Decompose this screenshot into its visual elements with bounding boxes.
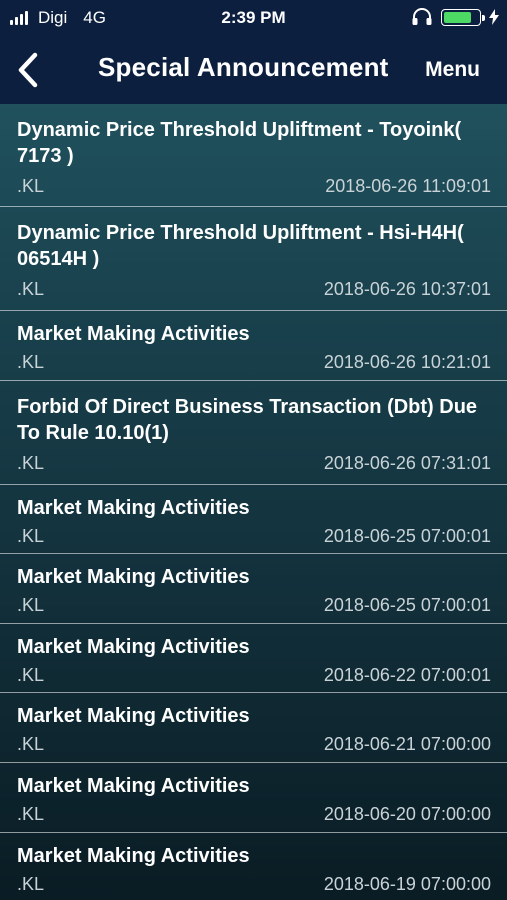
announcement-meta: .KL 2018-06-26 10:21:01 bbox=[17, 351, 491, 373]
announcement-meta: .KL 2018-06-20 07:00:00 bbox=[17, 803, 491, 825]
announcement-exchange: .KL bbox=[17, 279, 45, 299]
announcement-datetime: 2018-06-20 07:00:00 bbox=[323, 803, 491, 824]
announcement-datetime: 2018-06-26 10:21:01 bbox=[323, 352, 491, 372]
menu-button[interactable]: Menu bbox=[425, 58, 480, 82]
announcement-meta: .KL 2018-06-26 07:31:01 bbox=[17, 452, 491, 474]
announcement-title: Market Making Activities bbox=[17, 705, 250, 728]
announcement-exchange: .KL bbox=[17, 873, 45, 894]
announcement-meta: .KL 2018-06-22 07:00:01 bbox=[17, 664, 491, 686]
charging-bolt-icon bbox=[489, 9, 499, 25]
announcement-datetime: 2018-06-19 07:00:00 bbox=[323, 873, 491, 894]
announcement-datetime: 2018-06-26 07:31:01 bbox=[323, 452, 491, 473]
announcement-list: Dynamic Price Threshold Upliftment - Toy… bbox=[0, 104, 507, 900]
announcement-datetime: 2018-06-22 07:00:01 bbox=[323, 664, 491, 685]
announcement-title: Market Making Activities bbox=[17, 323, 250, 345]
announcement-exchange: .KL bbox=[17, 664, 45, 685]
status-bar: Digi 4G 2:39 PM bbox=[0, 0, 507, 36]
announcement-meta: .KL 2018-06-25 07:00:01 bbox=[17, 594, 491, 616]
announcement-exchange: .KL bbox=[17, 352, 45, 372]
announcement-title: Market Making Activities bbox=[17, 566, 250, 589]
announcement-item[interactable]: Dynamic Price Threshold Upliftment - Toy… bbox=[0, 104, 507, 207]
announcement-datetime: 2018-06-26 11:09:01 bbox=[325, 176, 491, 196]
status-right bbox=[411, 8, 499, 26]
screen: Digi 4G 2:39 PM Special Announcement Men bbox=[0, 0, 507, 900]
announcement-item[interactable]: Forbid Of Direct Business Transaction (D… bbox=[0, 381, 507, 485]
headphone-icon bbox=[412, 8, 432, 25]
announcement-meta: .KL 2018-06-25 07:00:01 bbox=[17, 525, 491, 547]
announcement-item[interactable]: Market Making Activities .KL 2018-06-22 … bbox=[0, 624, 507, 694]
announcement-datetime: 2018-06-25 07:00:01 bbox=[323, 595, 491, 616]
announcement-title: Dynamic Price Threshold Upliftment - Hsi… bbox=[17, 222, 464, 270]
announcement-item[interactable]: Dynamic Price Threshold Upliftment - Hsi… bbox=[0, 207, 507, 311]
announcement-item[interactable]: Market Making Activities .KL 2018-06-21 … bbox=[0, 693, 507, 763]
announcement-meta: .KL 2018-06-26 10:37:01 bbox=[17, 278, 491, 300]
announcement-exchange: .KL bbox=[17, 803, 45, 824]
announcement-exchange: .KL bbox=[17, 525, 45, 546]
announcement-meta: .KL 2018-06-21 07:00:00 bbox=[17, 733, 491, 755]
announcement-meta: .KL 2018-06-26 11:09:01 bbox=[17, 175, 491, 197]
announcement-title: Market Making Activities bbox=[17, 774, 250, 797]
announcement-title: Dynamic Price Threshold Upliftment - Toy… bbox=[17, 119, 462, 167]
announcement-exchange: .KL bbox=[17, 595, 45, 616]
announcement-datetime: 2018-06-21 07:00:00 bbox=[323, 734, 491, 755]
announcement-exchange: .KL bbox=[17, 452, 45, 473]
announcement-item[interactable]: Market Making Activities .KL 2018-06-20 … bbox=[0, 763, 507, 833]
announcement-datetime: 2018-06-26 10:37:01 bbox=[323, 279, 491, 299]
announcement-datetime: 2018-06-25 07:00:01 bbox=[323, 525, 491, 546]
announcement-item[interactable]: Market Making Activities .KL 2018-06-25 … bbox=[0, 485, 507, 555]
nav-bar: Special Announcement Menu bbox=[0, 36, 507, 104]
announcement-exchange: .KL bbox=[17, 734, 45, 755]
page-title: Special Announcement bbox=[98, 52, 389, 82]
announcement-exchange: .KL bbox=[17, 176, 45, 196]
announcement-item[interactable]: Market Making Activities .KL 2018-06-19 … bbox=[0, 833, 507, 900]
back-button[interactable] bbox=[10, 50, 46, 90]
announcement-title: Forbid Of Direct Business Transaction (D… bbox=[17, 395, 478, 444]
battery-level bbox=[444, 11, 472, 23]
announcement-item[interactable]: Market Making Activities .KL 2018-06-26 … bbox=[0, 311, 507, 381]
announcement-title: Market Making Activities bbox=[17, 635, 250, 658]
announcement-item[interactable]: Market Making Activities .KL 2018-06-25 … bbox=[0, 554, 507, 624]
announcement-meta: .KL 2018-06-19 07:00:00 bbox=[17, 873, 491, 895]
announcement-title: Market Making Activities bbox=[17, 496, 250, 519]
chevron-left-icon bbox=[18, 52, 38, 88]
announcement-title: Market Making Activities bbox=[17, 844, 250, 867]
battery-icon bbox=[441, 8, 485, 26]
